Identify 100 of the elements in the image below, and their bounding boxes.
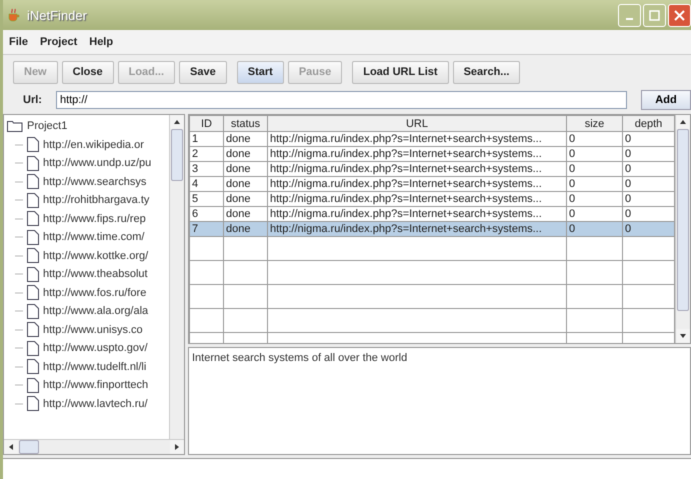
tree-item[interactable]: http://www.tudelft.nl/li xyxy=(43,360,146,373)
tree-item[interactable]: http://www.theabsolut xyxy=(43,268,148,280)
tree-item[interactable]: http://www.fos.ru/fore xyxy=(43,286,146,299)
document-icon xyxy=(27,285,39,300)
scrollbar-thumb[interactable] xyxy=(677,129,689,311)
document-icon xyxy=(27,174,39,190)
tree-item[interactable]: http://www.unisys.co xyxy=(43,324,143,336)
tree-item[interactable]: http://www.searchsys xyxy=(43,176,146,188)
toolbar-button[interactable]: Start xyxy=(236,60,284,84)
toolbar-button[interactable]: Save xyxy=(179,60,227,84)
tree-item[interactable]: http://www.kottke.org/ xyxy=(43,250,148,262)
column-header[interactable]: depth xyxy=(622,116,674,132)
toolbar-button[interactable]: Search... xyxy=(452,60,520,84)
table-cell: 0 xyxy=(622,176,674,192)
table-cell: http://nigma.ru/index.php?s=Internet+search+systems... xyxy=(268,162,566,176)
minimize-icon xyxy=(626,18,633,20)
table-cell: 7 xyxy=(190,222,224,236)
tree-line xyxy=(15,218,23,220)
table-cell: 1 xyxy=(190,132,224,146)
tree-line xyxy=(15,328,23,331)
tree-item[interactable]: http://www.finporttech xyxy=(43,379,148,392)
maximize-button[interactable] xyxy=(643,4,666,26)
tree-line xyxy=(15,199,23,202)
horizontal-scrollbar[interactable] xyxy=(4,439,184,454)
url-field[interactable]: http:// xyxy=(56,91,627,109)
table-cell: 0 xyxy=(622,222,674,236)
table-cell: http://nigma.ru/index.php?s=Internet+search+systems... xyxy=(268,132,566,146)
close-icon xyxy=(674,10,685,20)
document-icon xyxy=(27,304,39,319)
tree-line xyxy=(15,310,23,312)
scrollbar[interactable] xyxy=(675,115,690,343)
menu-item[interactable]: Help xyxy=(89,36,114,48)
add-button[interactable]: Add xyxy=(641,90,691,110)
column-header[interactable]: size xyxy=(566,116,622,132)
document-icon xyxy=(27,192,39,208)
scroll-up-arrow-icon[interactable] xyxy=(173,118,181,126)
document-icon xyxy=(27,396,39,412)
table-cell: http://nigma.ru/index.php?s=Internet+search+systems... xyxy=(268,176,566,192)
tree-line xyxy=(15,162,23,164)
table-cell: http://nigma.ru/index.php?s=Internet+search+systems... xyxy=(268,146,566,162)
coffee-cup-icon xyxy=(7,8,21,22)
description-area[interactable]: Internet search systems of all over the world xyxy=(188,347,691,455)
table-cell: done xyxy=(224,146,268,162)
tree-line xyxy=(15,180,23,183)
toolbar-button[interactable]: Close xyxy=(62,60,114,84)
table-cell: http://nigma.ru/index.php?s=Internet+search+systems... xyxy=(268,222,566,236)
close-button[interactable] xyxy=(668,4,691,26)
scroll-down-arrow-icon[interactable] xyxy=(679,332,687,340)
document-icon xyxy=(27,266,39,282)
scroll-up-arrow-icon[interactable] xyxy=(679,118,687,126)
document-icon xyxy=(27,137,39,152)
table-cell: 2 xyxy=(190,146,224,162)
menu-item[interactable]: File xyxy=(9,36,28,48)
table-cell: 0 xyxy=(622,162,674,176)
tree-item[interactable]: http://en.wikipedia.or xyxy=(43,138,144,151)
column-header[interactable]: ID xyxy=(190,116,224,132)
minimize-button[interactable] xyxy=(618,4,641,26)
table-cell: 0 xyxy=(622,206,674,222)
scrollbar-thumb[interactable] xyxy=(19,440,39,454)
toolbar-button[interactable]: Load URL List xyxy=(352,60,449,84)
tree-line xyxy=(15,144,23,146)
table-cell: 0 xyxy=(566,132,622,146)
table-cell: done xyxy=(224,132,268,146)
column-header[interactable]: URL xyxy=(268,116,566,132)
scrollbar-thumb[interactable] xyxy=(171,129,183,181)
table-cell: 0 xyxy=(622,146,674,162)
tree-item[interactable]: http://www.uspto.gov/ xyxy=(43,342,148,354)
table-cell: 5 xyxy=(190,192,224,206)
tree-item[interactable]: Project1 xyxy=(27,120,68,132)
url-label: Url: xyxy=(23,94,42,106)
table-cell: 3 xyxy=(190,162,224,176)
tree-item[interactable]: http://www.undp.uz/pu xyxy=(43,157,152,170)
maximize-icon xyxy=(649,10,660,20)
document-icon xyxy=(27,156,39,171)
tree-item[interactable]: http://www.time.com/ xyxy=(43,231,144,244)
tree-line xyxy=(15,292,23,294)
menu-item[interactable]: Project xyxy=(40,36,78,48)
table-cell: 0 xyxy=(566,176,622,192)
table-cell: 0 xyxy=(622,132,674,146)
table-cell: 0 xyxy=(566,206,622,222)
tree-item[interactable]: http://www.fips.ru/rep xyxy=(43,212,146,225)
table-cell: 0 xyxy=(566,162,622,176)
document-icon xyxy=(27,211,39,226)
table-cell: done xyxy=(224,222,268,236)
tree-item[interactable]: http://www.ala.org/ala xyxy=(43,305,148,318)
tree-line xyxy=(15,402,23,405)
scroll-right-arrow-icon[interactable] xyxy=(173,443,181,451)
document-icon xyxy=(27,340,39,356)
scrollbar[interactable] xyxy=(169,115,184,439)
tree-line xyxy=(15,254,23,257)
table-cell: 0 xyxy=(566,222,622,236)
document-icon xyxy=(27,322,39,338)
folder-icon xyxy=(7,120,23,132)
scroll-left-arrow-icon[interactable] xyxy=(7,443,15,451)
document-icon xyxy=(27,248,39,264)
tree-item[interactable]: http://rohitbhargava.ty xyxy=(43,194,150,206)
table-cell: 6 xyxy=(190,206,224,222)
table-cell: done xyxy=(224,176,268,192)
column-header[interactable]: status xyxy=(224,116,268,132)
tree-item[interactable]: http://www.lavtech.ru/ xyxy=(43,398,148,410)
